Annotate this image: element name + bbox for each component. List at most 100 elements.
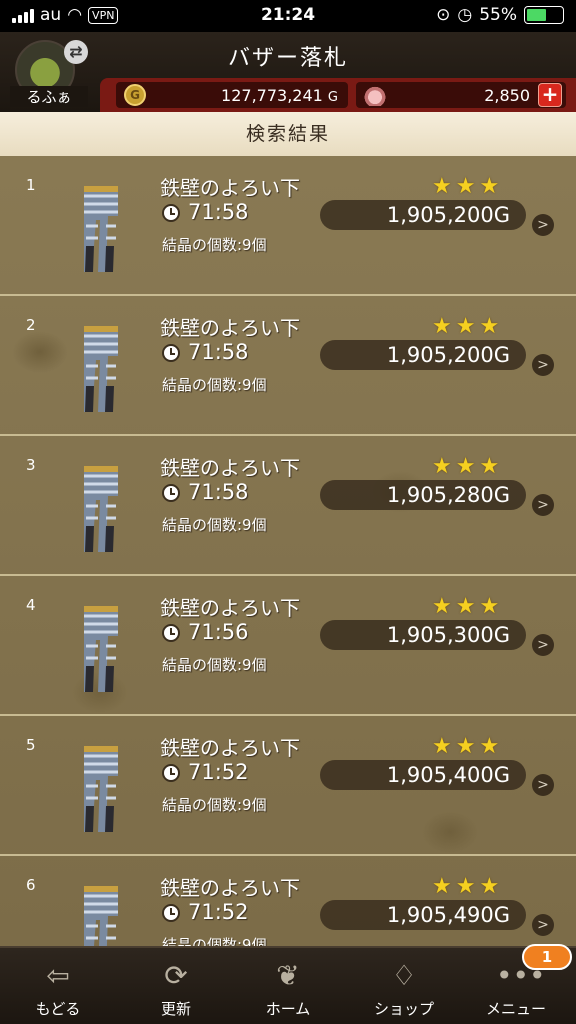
item-name: 鉄壁のよろい下	[160, 176, 300, 200]
chevron-right-icon[interactable]: >	[532, 494, 554, 516]
item-price: 1,905,490G	[386, 903, 510, 927]
chevron-right-icon[interactable]: >	[532, 914, 554, 936]
item-price: 1,905,300G	[386, 623, 510, 647]
list-item[interactable]: 1 鉄壁のよろい下 ★★★ 71:58 1,905,200G 結晶の個数:9個 >	[0, 156, 576, 296]
item-image	[78, 466, 124, 554]
time-remaining: 71:52	[188, 900, 249, 924]
rank-number: 2	[26, 316, 36, 334]
orientation-lock-icon: ⊙	[436, 5, 451, 25]
status-right: ⊙ ◷ 55%	[436, 5, 564, 25]
tab-label: もどる	[35, 1000, 81, 1018]
rank-number: 5	[26, 736, 36, 754]
rank-number: 4	[26, 596, 36, 614]
status-bar: au ◠ VPN 21:24 ⊙ ◷ 55%	[0, 0, 576, 32]
gold-coin-icon: G	[124, 84, 146, 106]
crystal-count: 結晶の個数:9個	[162, 236, 267, 254]
tab-back[interactable]: ⇦ もどる	[8, 948, 108, 1024]
price-pill: 1,905,200G	[320, 200, 526, 230]
item-price: 1,905,400G	[386, 763, 510, 787]
clock-icon	[162, 624, 180, 642]
gold-amount: 127,773,241 G	[221, 86, 338, 105]
list-item[interactable]: 3 鉄壁のよろい下 ★★★ 71:58 1,905,280G 結晶の個数:9個 >	[0, 436, 576, 576]
star-rating: ★★★	[432, 314, 504, 339]
menu-notification-badge: 1	[522, 944, 572, 970]
battery-percent: 55%	[479, 5, 517, 25]
clock-icon	[162, 764, 180, 782]
item-name: 鉄壁のよろい下	[160, 876, 300, 900]
gold-unit: G	[327, 90, 338, 105]
item-image	[78, 886, 124, 946]
rank-number: 1	[26, 176, 36, 194]
item-name: 鉄壁のよろい下	[160, 316, 300, 340]
time-remaining: 71:52	[188, 760, 249, 784]
item-price: 1,905,200G	[386, 203, 510, 227]
price-pill: 1,905,300G	[320, 620, 526, 650]
back-arrow-icon: ⇦	[46, 959, 70, 992]
item-name: 鉄壁のよろい下	[160, 736, 300, 760]
clock-icon	[162, 344, 180, 362]
currency-bar: G 127,773,241 G 2,850 +	[100, 78, 576, 112]
gem-icon	[364, 84, 386, 106]
battery-icon	[524, 6, 564, 24]
price-pill: 1,905,400G	[320, 760, 526, 790]
refresh-icon: ⟳	[164, 959, 188, 992]
item-price: 1,905,200G	[386, 343, 510, 367]
gem-display: 2,850 +	[356, 82, 566, 108]
header: ⇄ るふぁ バザー落札 G 127,773,241 G 2,850 +	[0, 32, 576, 112]
star-rating: ★★★	[432, 174, 504, 199]
list-item[interactable]: 4 鉄壁のよろい下 ★★★ 71:56 1,905,300G 結晶の個数:9個 >	[0, 576, 576, 716]
battery-fill	[527, 9, 546, 21]
home-dragon-icon: ❦	[276, 959, 300, 992]
chevron-right-icon[interactable]: >	[532, 634, 554, 656]
price-pill: 1,905,280G	[320, 480, 526, 510]
star-rating: ★★★	[432, 874, 504, 899]
star-rating: ★★★	[432, 734, 504, 759]
item-name: 鉄壁のよろい下	[160, 456, 300, 480]
item-price: 1,905,280G	[386, 483, 510, 507]
list-item[interactable]: 2 鉄壁のよろい下 ★★★ 71:58 1,905,200G 結晶の個数:9個 >	[0, 296, 576, 436]
chevron-right-icon[interactable]: >	[532, 214, 554, 236]
page-title: バザー落札	[227, 46, 348, 71]
rank-number: 6	[26, 876, 36, 894]
alarm-icon: ◷	[457, 5, 473, 25]
item-name: 鉄壁のよろい下	[160, 596, 300, 620]
crystal-count: 結晶の個数:9個	[162, 796, 267, 814]
chevron-right-icon[interactable]: >	[532, 774, 554, 796]
tab-bar: ⇦ もどる ⟳ 更新 ❦ ホーム ♢ ショップ ••• メニュー	[0, 946, 576, 1024]
shop-slime-icon: ♢	[391, 959, 417, 992]
price-pill: 1,905,490G	[320, 900, 526, 930]
star-rating: ★★★	[432, 454, 504, 479]
clock-icon	[162, 204, 180, 222]
section-title: 検索結果	[0, 112, 576, 156]
buy-gems-button[interactable]: +	[538, 83, 562, 107]
tab-home[interactable]: ❦ ホーム	[238, 948, 338, 1024]
crystal-count: 結晶の個数:9個	[162, 656, 267, 674]
search-results-panel: 検索結果 1 鉄壁のよろい下 ★★★ 71:58 1,905,200G 結晶の個数:9個 >…	[0, 112, 576, 946]
tab-label: ホーム	[265, 1000, 311, 1018]
item-image	[78, 186, 124, 274]
list-item[interactable]: 6 鉄壁のよろい下 ★★★ 71:52 1,905,490G 結晶の個数:9個 >	[0, 856, 576, 946]
crystal-count: 結晶の個数:9個	[162, 376, 267, 394]
tab-label: ショップ	[373, 1000, 434, 1018]
item-image	[78, 746, 124, 834]
item-image	[78, 606, 124, 694]
tab-refresh[interactable]: ⟳ 更新	[126, 948, 226, 1024]
chevron-right-icon[interactable]: >	[532, 354, 554, 376]
crystal-count: 結晶の個数:9個	[162, 936, 267, 946]
rank-number: 3	[26, 456, 36, 474]
gem-amount: 2,850	[484, 86, 530, 105]
time-remaining: 71:56	[188, 620, 249, 644]
list-item[interactable]: 5 鉄壁のよろい下 ★★★ 71:52 1,905,400G 結晶の個数:9個 >	[0, 716, 576, 856]
time-remaining: 71:58	[188, 200, 249, 224]
tab-label: 更新	[160, 1000, 191, 1018]
tab-shop[interactable]: ♢ ショップ	[354, 948, 454, 1024]
clock-icon	[162, 904, 180, 922]
time-remaining: 71:58	[188, 340, 249, 364]
item-image	[78, 326, 124, 414]
tab-label: メニュー	[485, 1000, 546, 1018]
time-remaining: 71:58	[188, 480, 249, 504]
star-rating: ★★★	[432, 594, 504, 619]
crystal-count: 結晶の個数:9個	[162, 516, 267, 534]
price-pill: 1,905,200G	[320, 340, 526, 370]
gold-display: G 127,773,241 G	[116, 82, 348, 108]
